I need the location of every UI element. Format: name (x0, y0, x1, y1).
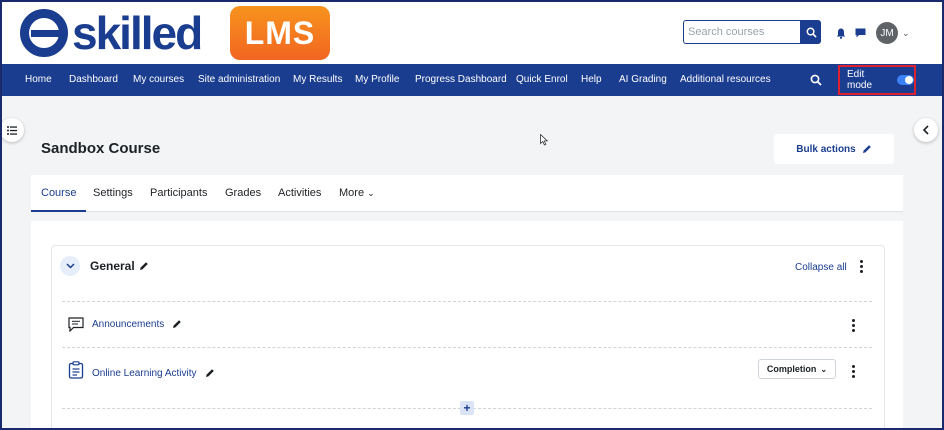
nav-ai-grading[interactable]: AI Grading (619, 64, 667, 96)
course-index-toggle[interactable] (2, 118, 24, 142)
pencil-icon (862, 145, 871, 153)
activity-menu-kebab-icon[interactable] (852, 365, 855, 378)
course-tabs: Course Settings Participants Grades Acti… (31, 175, 903, 212)
nav-dashboard[interactable]: Dashboard (69, 64, 118, 96)
nav-search-button[interactable] (810, 73, 822, 91)
search-button[interactable] (801, 20, 821, 44)
logo-e-mark (20, 9, 68, 57)
chevron-down-icon: ⌄ (820, 364, 828, 374)
app-window: eskilled skilled LMS JM ⌄ Home Dashboard… (2, 2, 942, 428)
nav-progress-dashboard[interactable]: Progress Dashboard (415, 64, 507, 96)
add-activity-button[interactable]: + (460, 401, 474, 415)
bell-icon (836, 28, 846, 39)
activity-link-online-learning[interactable]: Online Learning Activity (92, 368, 197, 379)
section-collapse-toggle[interactable] (60, 256, 80, 276)
chat-icon (855, 28, 865, 38)
search-icon (806, 27, 817, 38)
edit-mode-toggle[interactable] (896, 75, 914, 85)
tab-participants[interactable]: Participants (150, 175, 207, 212)
forum-icon (68, 316, 84, 332)
pencil-icon[interactable] (205, 368, 215, 378)
tab-activities[interactable]: Activities (278, 175, 321, 212)
chevron-down-icon[interactable]: ⌄ (902, 28, 910, 39)
chevron-down-icon (65, 263, 75, 269)
pencil-icon[interactable] (172, 319, 182, 329)
mouse-cursor-icon (540, 134, 548, 146)
search-input[interactable] (683, 20, 801, 44)
nav-my-profile[interactable]: My Profile (355, 64, 399, 96)
page-title: Sandbox Course (41, 140, 161, 157)
tab-grades[interactable]: Grades (225, 175, 261, 212)
primary-navigation: Home Dashboard My courses Site administr… (2, 64, 942, 96)
tab-settings[interactable]: Settings (93, 175, 133, 212)
lms-badge-text: LMS (244, 14, 316, 51)
nav-site-administration[interactable]: Site administration (198, 64, 280, 96)
tab-course[interactable]: Course (31, 175, 87, 212)
edit-mode-label: Edit mode (847, 69, 873, 91)
messages-button[interactable] (853, 26, 867, 40)
completion-dropdown[interactable]: Completion ⌄ (758, 359, 836, 379)
nav-my-results[interactable]: My Results (293, 64, 342, 96)
logo-wordmark-visible: skilled (72, 7, 203, 59)
edit-mode-control: Edit mode (838, 65, 916, 95)
lms-badge: LMS (230, 6, 330, 60)
tab-more[interactable]: More ⌄ (339, 175, 375, 212)
course-search (683, 20, 821, 44)
bulk-actions-label: Bulk actions (796, 143, 856, 155)
course-section-general: General Collapse all Announcements Onlin… (51, 245, 885, 428)
nav-my-courses[interactable]: My courses (133, 64, 184, 96)
activity-menu-kebab-icon[interactable] (852, 319, 855, 332)
course-content: General Collapse all Announcements Onlin… (31, 221, 903, 428)
tab-more-label: More (339, 187, 365, 199)
chevron-down-icon: ⌄ (367, 188, 375, 198)
assignment-icon (68, 361, 84, 379)
block-drawer-toggle[interactable] (914, 118, 938, 142)
activity-row: Announcements (68, 312, 182, 336)
nav-quick-enrol[interactable]: Quick Enrol (516, 64, 568, 96)
nav-help[interactable]: Help (581, 64, 602, 96)
notifications-button[interactable] (834, 26, 848, 40)
completion-label: Completion (766, 364, 817, 374)
collapse-all-link[interactable]: Collapse all (795, 262, 847, 273)
list-icon (7, 125, 17, 135)
bulk-actions-button[interactable]: Bulk actions (774, 134, 894, 164)
activity-link-announcements[interactable]: Announcements (92, 319, 164, 330)
section-title: General (90, 259, 135, 273)
section-menu-kebab-icon[interactable] (860, 260, 863, 273)
pencil-icon[interactable] (139, 261, 149, 271)
activity-row: Online Learning Activity (68, 358, 215, 382)
search-icon (810, 74, 822, 86)
divider (62, 301, 872, 302)
divider (62, 347, 872, 348)
site-logo[interactable]: eskilled skilled (20, 6, 203, 60)
nav-additional-resources[interactable]: Additional resources (680, 64, 771, 96)
user-avatar[interactable]: JM (876, 22, 898, 44)
top-header: eskilled skilled LMS JM ⌄ (2, 2, 942, 64)
chevron-left-icon (922, 125, 929, 135)
nav-home[interactable]: Home (25, 64, 52, 96)
